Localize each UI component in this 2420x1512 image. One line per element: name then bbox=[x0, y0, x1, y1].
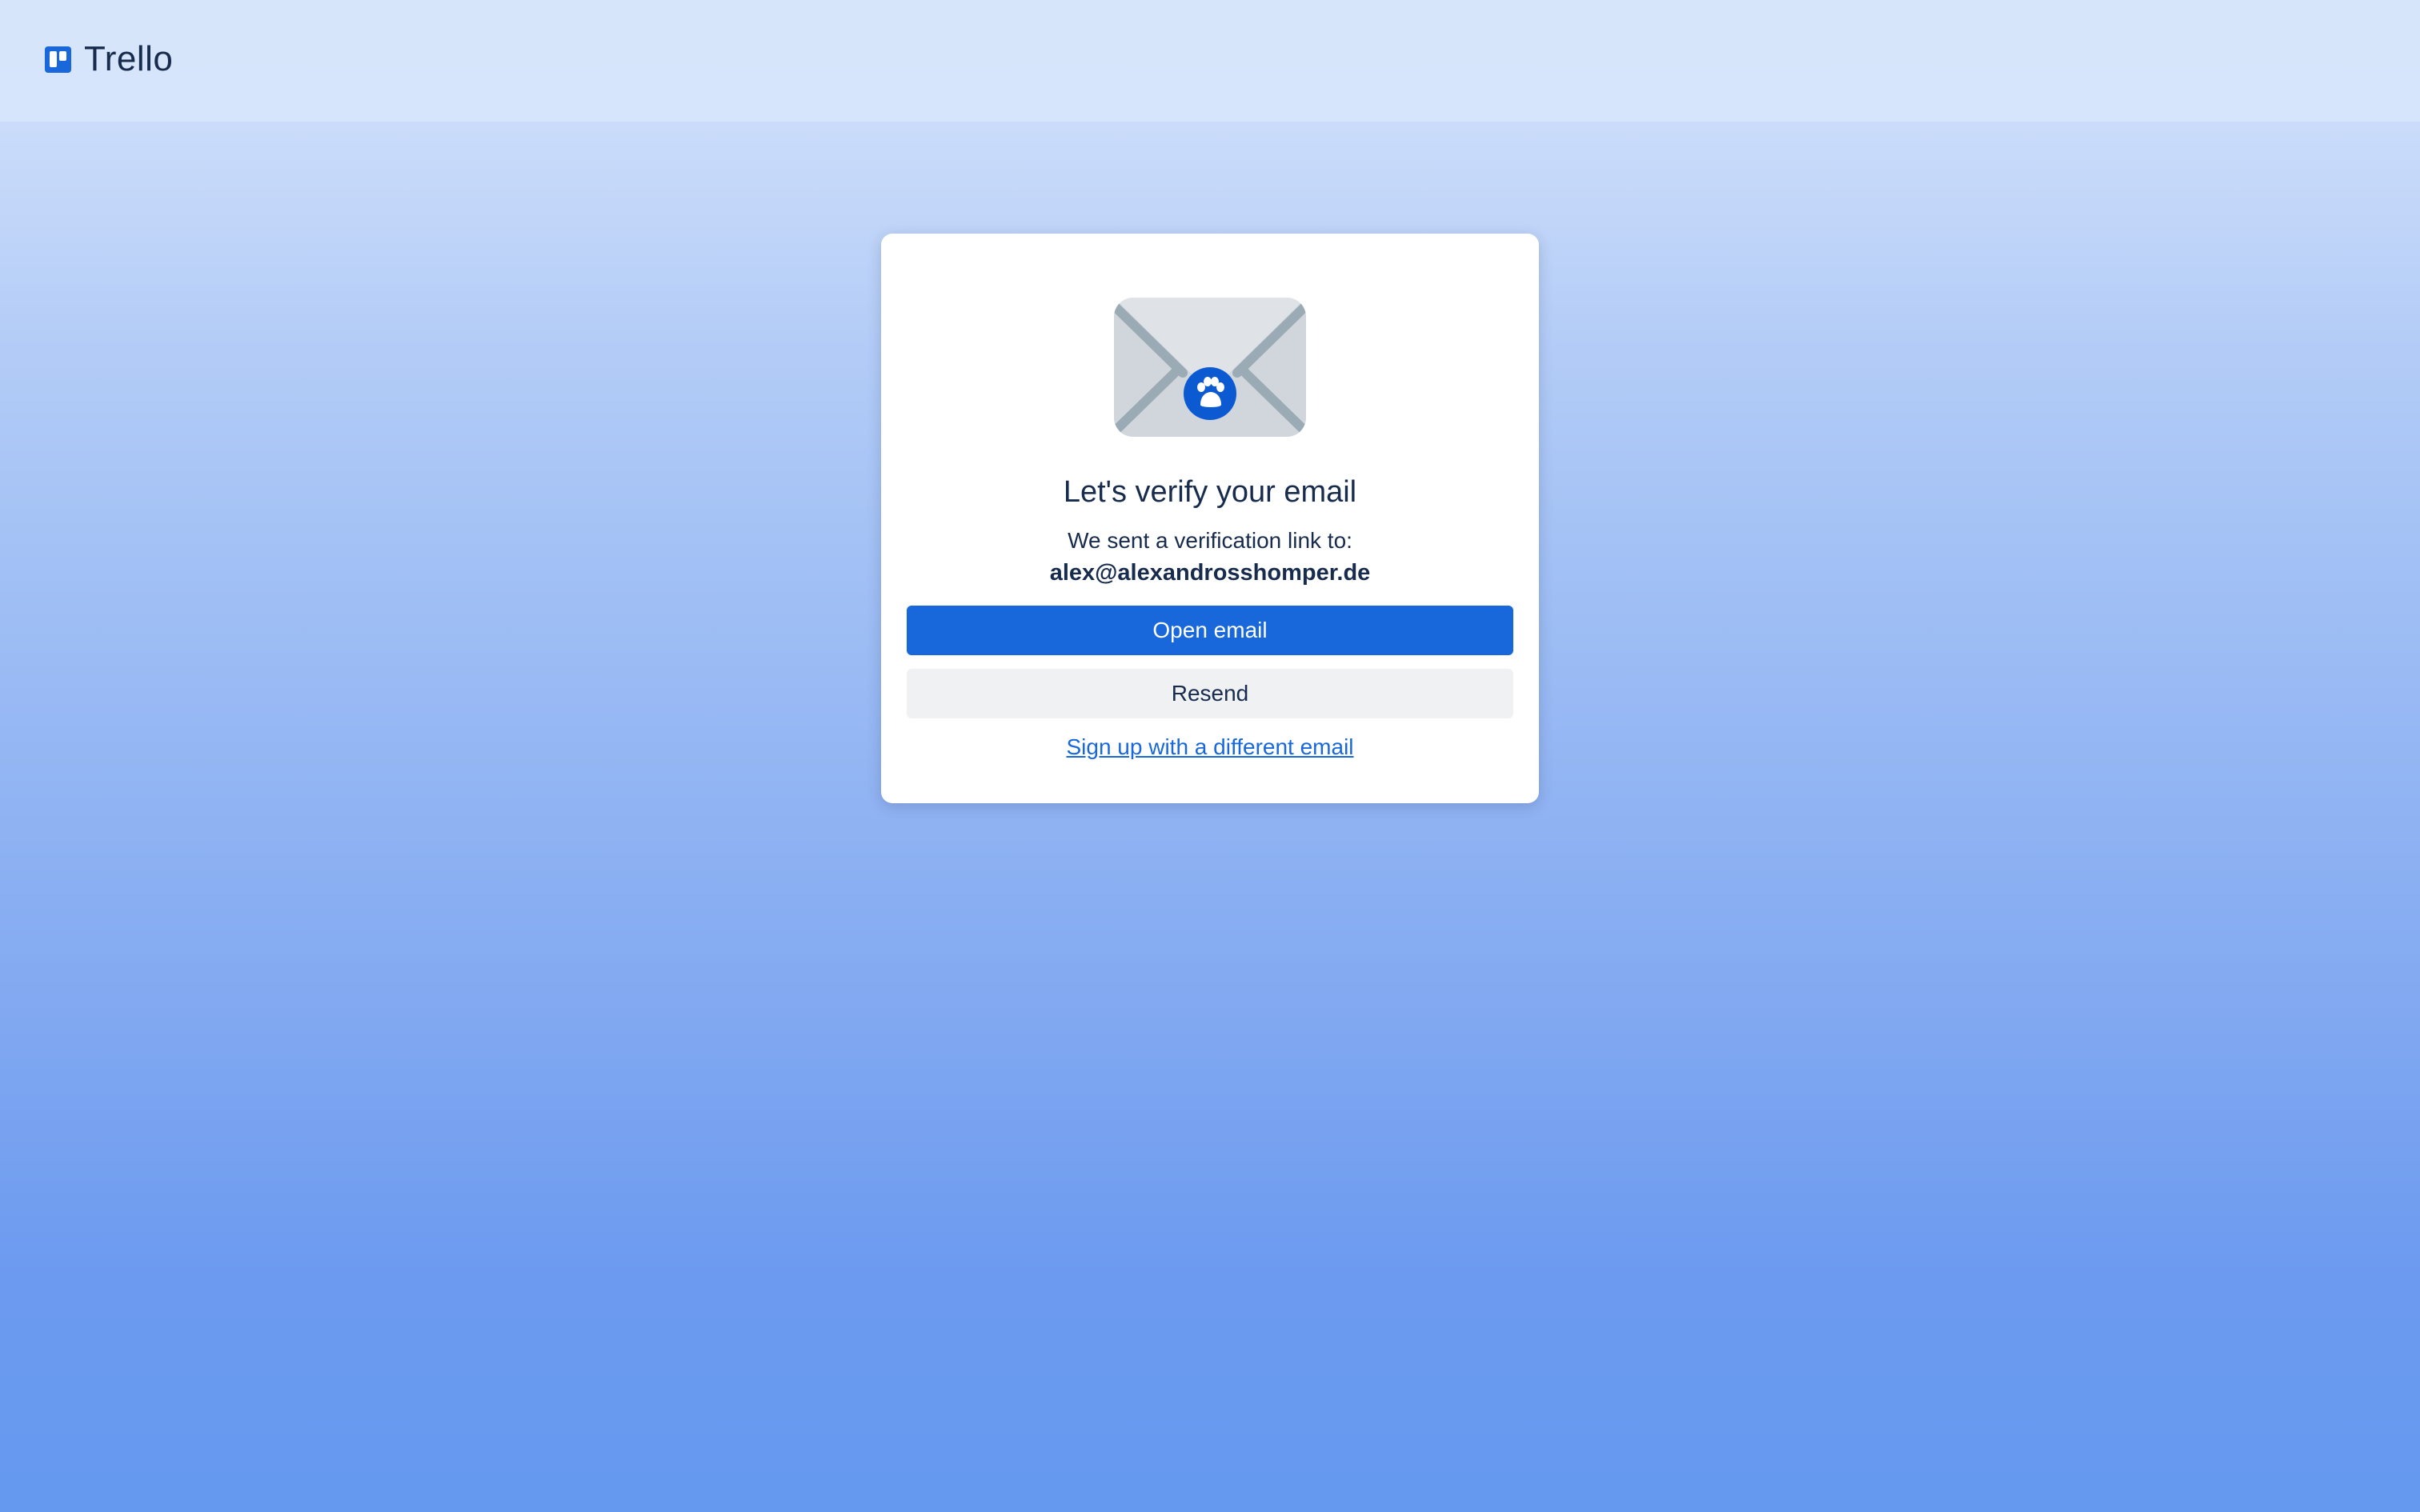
trello-brand-link[interactable]: Trello bbox=[45, 35, 173, 83]
brand-name: Trello bbox=[84, 39, 174, 78]
resend-button[interactable]: Resend bbox=[907, 669, 1513, 718]
open-email-button[interactable]: Open email bbox=[907, 606, 1513, 655]
page-title: Let's verify your email bbox=[1063, 475, 1357, 509]
verification-sent-text: We sent a verification link to: bbox=[1068, 528, 1352, 553]
envelope-paw-icon bbox=[1114, 298, 1306, 437]
verify-email-card: Let's verify your email We sent a verifi… bbox=[881, 234, 1539, 803]
trello-logo-icon bbox=[45, 46, 71, 73]
different-email-link[interactable]: Sign up with a different email bbox=[881, 734, 1539, 760]
email-address: alex@alexandrosshomper.de bbox=[1049, 560, 1371, 586]
top-bar: Trello bbox=[0, 0, 2420, 122]
